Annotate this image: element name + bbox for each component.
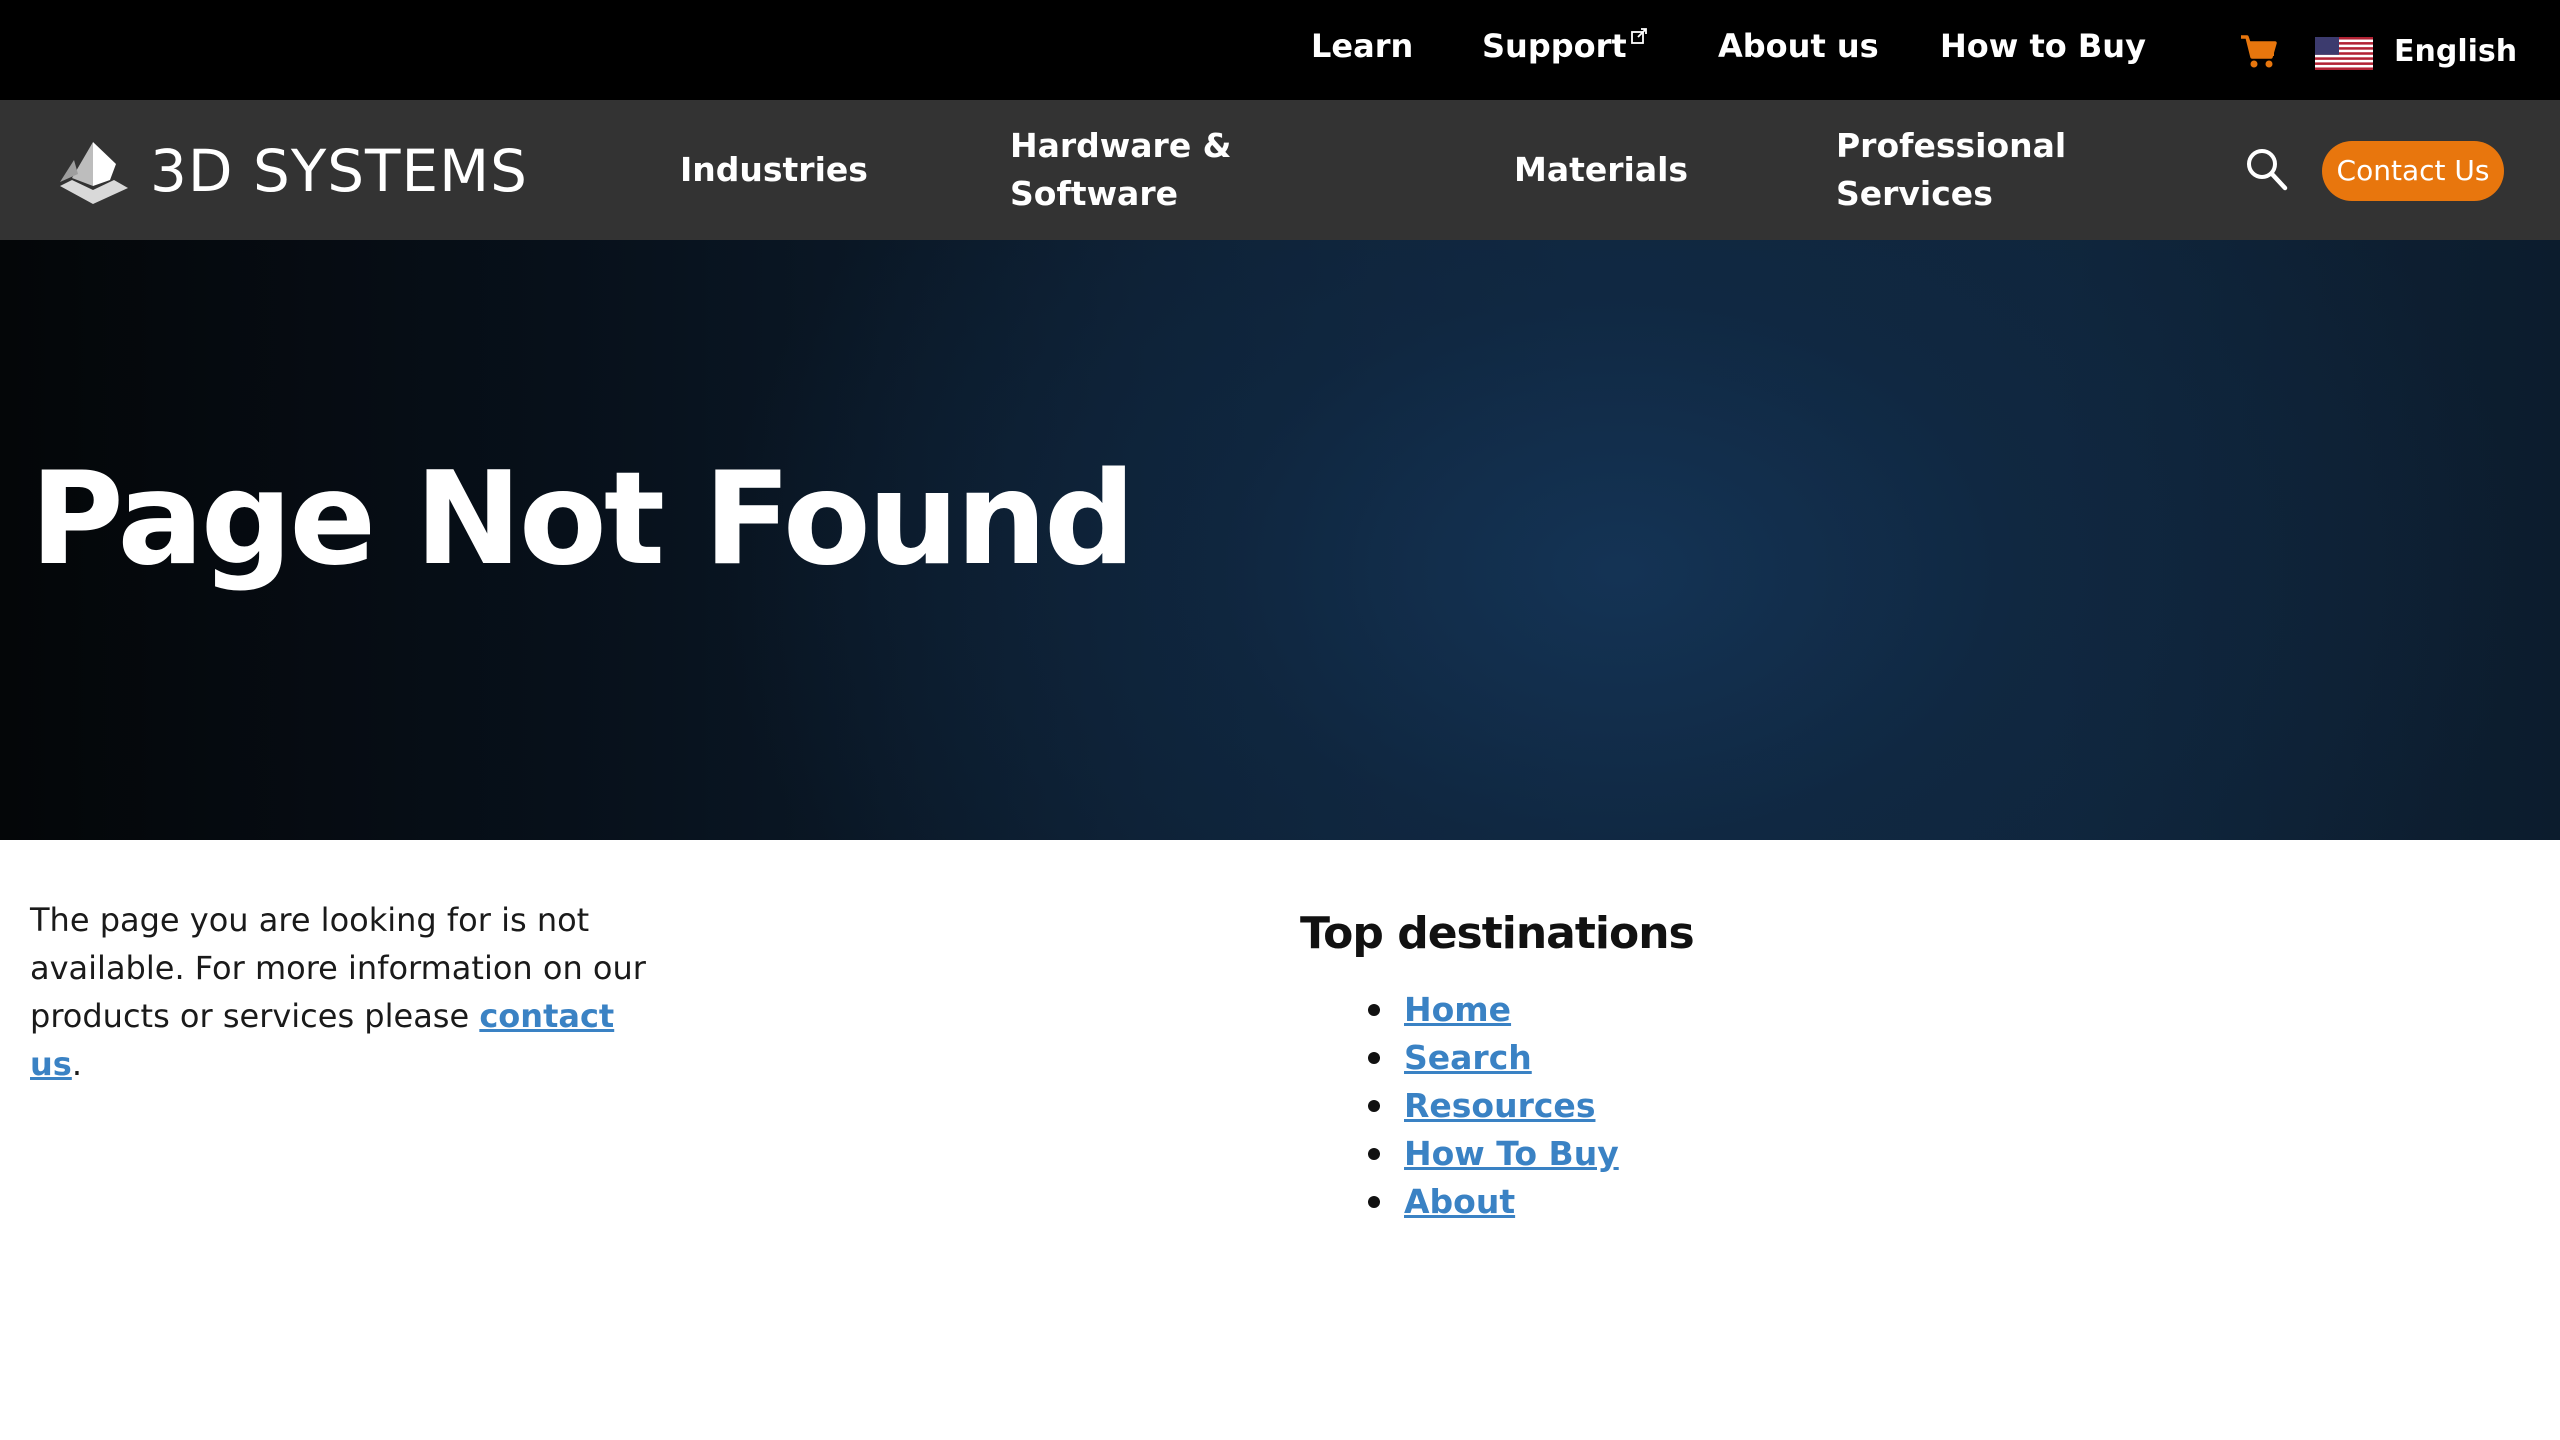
bullet-icon	[1368, 1196, 1380, 1208]
nav-item-hardware-software[interactable]: Hardware & Software	[1010, 122, 1270, 218]
nav-item-professional-services[interactable]: Professional Services	[1836, 122, 2096, 218]
destination-link-resources[interactable]: Resources	[1404, 1086, 1595, 1125]
message-period: .	[71, 1045, 82, 1083]
list-item: How To Buy	[1300, 1130, 1619, 1178]
utility-link-how-to-buy[interactable]: How to Buy	[1940, 24, 2146, 68]
search-icon[interactable]	[2244, 146, 2288, 192]
3d-systems-logo-icon	[60, 142, 128, 204]
list-item: Resources	[1300, 1082, 1619, 1130]
utility-link-learn[interactable]: Learn	[1311, 24, 1413, 68]
not-found-message: The page you are looking for is not avai…	[30, 896, 670, 1088]
bullet-icon	[1368, 1052, 1380, 1064]
bullet-icon	[1368, 1148, 1380, 1160]
destination-link-search[interactable]: Search	[1404, 1038, 1532, 1077]
bullet-icon	[1368, 1004, 1380, 1016]
main-nav: 3D SYSTEMS Industries Hardware & Softwar…	[0, 100, 2560, 240]
hero-banner: Page Not Found	[0, 240, 2560, 840]
destination-link-how-to-buy[interactable]: How To Buy	[1404, 1134, 1619, 1173]
external-link-icon	[1630, 28, 1647, 44]
brand-name: 3D SYSTEMS	[150, 137, 528, 205]
page-title: Page Not Found	[30, 445, 1136, 594]
utility-bar: Learn Support About us How to Buy Englis…	[0, 0, 2560, 100]
list-item: Search	[1300, 1034, 1619, 1082]
us-flag-icon	[2315, 37, 2373, 70]
bullet-icon	[1368, 1100, 1380, 1112]
nav-item-industries[interactable]: Industries	[680, 146, 868, 194]
utility-link-support-label: Support	[1482, 27, 1627, 65]
nav-item-materials[interactable]: Materials	[1514, 146, 1688, 194]
utility-link-about[interactable]: About us	[1718, 24, 1879, 68]
utility-link-support[interactable]: Support	[1482, 24, 1647, 68]
cart-icon[interactable]	[2239, 32, 2279, 70]
top-destinations-heading: Top destinations	[1300, 908, 1695, 959]
destination-link-home[interactable]: Home	[1404, 990, 1511, 1029]
contact-us-button[interactable]: Contact Us	[2322, 141, 2504, 201]
top-destinations-list: Home Search Resources How To Buy About	[1300, 986, 1619, 1226]
language-selector[interactable]: English	[2394, 30, 2517, 74]
list-item: About	[1300, 1178, 1619, 1226]
destination-link-about[interactable]: About	[1404, 1182, 1515, 1221]
list-item: Home	[1300, 986, 1619, 1034]
